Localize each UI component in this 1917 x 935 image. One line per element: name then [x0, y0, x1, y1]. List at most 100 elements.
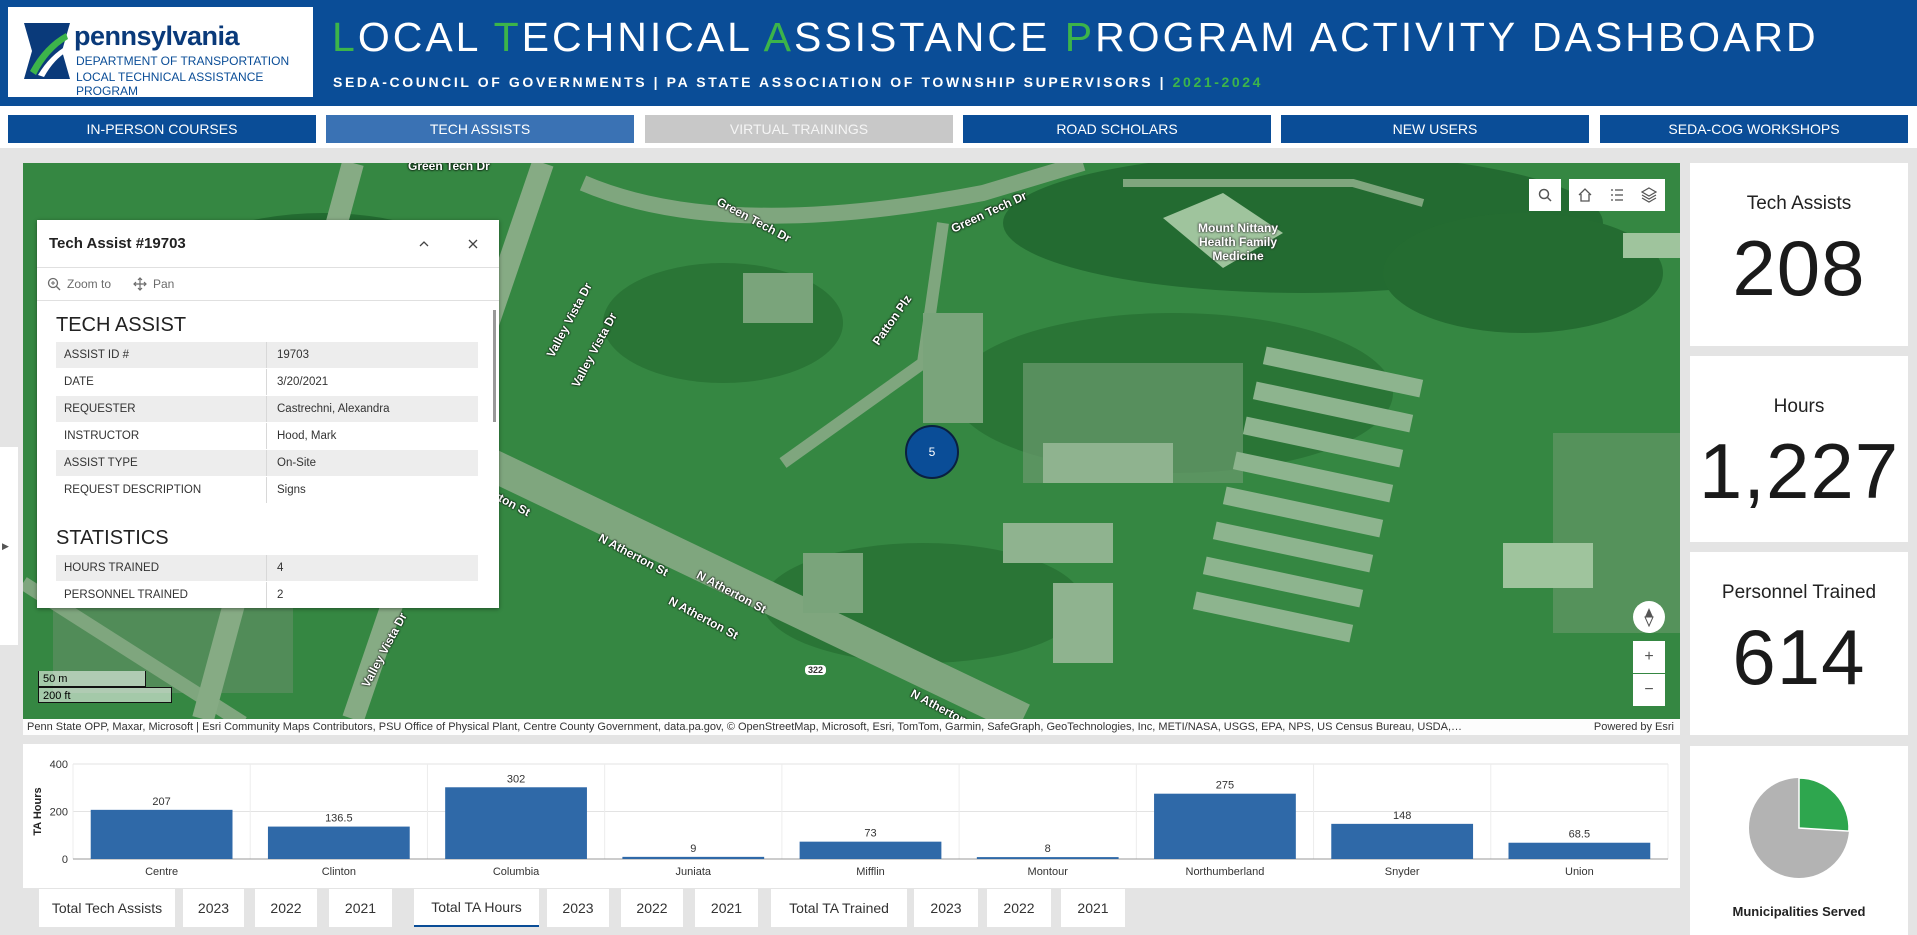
side-panel-toggle[interactable]: ▶	[0, 447, 18, 645]
bar[interactable]	[445, 787, 587, 859]
attribution-text: Penn State OPP, Maxar, Microsoft | Esri …	[27, 721, 1463, 733]
scale-bar: 50 m 200 ft	[38, 671, 172, 703]
map-road-label: Green Tech Dr	[408, 163, 490, 173]
tab-hours-2021[interactable]: 2021	[695, 889, 758, 927]
attribute-value: Castrechni, Alexandra	[277, 403, 390, 415]
stat-value: 614	[1732, 613, 1866, 701]
bar-value-label: 302	[507, 773, 525, 785]
logo-department: DEPARTMENT OF TRANSPORTATION	[76, 54, 290, 68]
attribute-row: ASSIST TYPE On-Site	[56, 450, 478, 476]
bar-value-label: 9	[690, 843, 696, 855]
tab-hours-2023[interactable]: 2023	[547, 889, 609, 927]
x-tick-label: Mifflin	[856, 866, 885, 878]
zoom-to-action[interactable]: Zoom to	[47, 277, 111, 291]
bar[interactable]	[267, 826, 410, 859]
stat-value: 1,227	[1698, 427, 1900, 515]
tab-hours-2022[interactable]: 2022	[621, 889, 683, 927]
x-tick-label: Northumberland	[1186, 866, 1265, 878]
tab-trained-2023[interactable]: 2023	[914, 889, 978, 927]
bar[interactable]	[622, 856, 765, 859]
close-button[interactable]	[461, 232, 485, 256]
close-icon	[468, 239, 478, 249]
popup-header: Tech Assist #19703	[37, 220, 499, 268]
pie-slice-served[interactable]	[1798, 777, 1850, 832]
attribute-value: 3/20/2021	[277, 376, 329, 388]
title-initial: L	[332, 14, 358, 60]
chevron-right-icon: ▶	[2, 540, 9, 551]
zoom-in-button[interactable]: +	[1633, 641, 1665, 673]
bar[interactable]	[1331, 823, 1474, 859]
bar-chart-panel: TA Hours 400 200 0 207 Centre 136.5 Clinton 302 C…	[23, 744, 1680, 888]
stat-label: Hours	[1773, 396, 1825, 417]
popup-content: TECH ASSIST ASSIST ID # 19703 DATE 3/20/20…	[37, 302, 499, 608]
pan-action[interactable]: Pan	[133, 277, 174, 291]
attribute-row: INSTRUCTOR Hood, Mark	[56, 423, 478, 449]
logo-state-name: pennsylvania	[74, 21, 240, 51]
powered-by-link[interactable]: Powered by Esri	[1594, 719, 1674, 735]
tab-trained-2021[interactable]: 2021	[1061, 889, 1125, 927]
stat-card-tech-assists: Tech Assists 208	[1690, 163, 1908, 346]
map-attribution: Penn State OPP, Maxar, Microsoft | Esri …	[23, 719, 1680, 735]
pie-title: Municipalities Served	[1732, 904, 1866, 919]
stat-label: Personnel Trained	[1721, 582, 1877, 603]
collapse-button[interactable]	[412, 232, 436, 256]
title-initial: A	[763, 14, 794, 60]
x-tick-label: Columbia	[493, 866, 540, 878]
bar[interactable]	[976, 857, 1119, 859]
nav-virtual-trainings[interactable]: VIRTUAL TRAININGS	[645, 115, 953, 143]
legend-button[interactable]	[1601, 179, 1633, 211]
y-axis-label: TA Hours	[32, 787, 44, 835]
subtitle-organizations: SEDA-COUNCIL OF GOVERNMENTS | PA STATE A…	[333, 74, 1167, 90]
bar-value-label: 68.5	[1569, 829, 1590, 841]
attribute-row: REQUESTER Castrechni, Alexandra	[56, 396, 478, 422]
stat-card-hours: Hours 1,227	[1690, 356, 1908, 542]
bar[interactable]	[90, 809, 233, 859]
x-tick-label: Centre	[145, 866, 178, 878]
attribute-value: 4	[277, 562, 284, 574]
x-tick-label: Clinton	[322, 866, 356, 878]
layers-icon	[1641, 187, 1657, 203]
layers-button[interactable]	[1633, 179, 1665, 211]
bar-value-label: 275	[1216, 780, 1234, 792]
home-icon	[1578, 188, 1592, 202]
bar[interactable]	[1508, 842, 1651, 859]
popup-scrollbar[interactable]	[493, 310, 496, 422]
bar[interactable]	[799, 841, 942, 859]
nav-in-person-courses[interactable]: IN-PERSON COURSES	[8, 115, 316, 143]
chevron-up-icon	[419, 241, 429, 247]
page-title: LOCAL TECHNICAL ASSISTANCE PROGRAM ACTIV…	[332, 14, 1819, 61]
tab-total-ta-trained[interactable]: Total TA Trained	[771, 889, 907, 927]
zoom-to-icon	[47, 277, 61, 291]
tab-ta-2022[interactable]: 2022	[255, 889, 317, 927]
map-view[interactable]: Green Tech Dr Green Tech Dr Green Tech D…	[23, 163, 1680, 719]
nav-new-users[interactable]: NEW USERS	[1281, 115, 1589, 143]
stat-value: 208	[1732, 224, 1866, 312]
home-button[interactable]	[1569, 179, 1601, 211]
title-word: OCAL	[357, 14, 480, 60]
pan-label: Pan	[153, 277, 175, 291]
page-subtitle: SEDA-COUNCIL OF GOVERNMENTS | PA STATE A…	[333, 74, 1263, 90]
compass-button[interactable]	[1633, 601, 1665, 633]
tab-trained-2022[interactable]: 2022	[987, 889, 1051, 927]
stat-card-personnel: Personnel Trained 614	[1690, 552, 1908, 735]
nav-road-scholars[interactable]: ROAD SCHOLARS	[963, 115, 1271, 143]
feature-popup: Tech Assist #19703 Zoom to Pan TECH ASSI…	[37, 220, 499, 608]
bar[interactable]	[1154, 793, 1296, 859]
tab-total-ta-hours[interactable]: Total TA Hours	[414, 889, 539, 927]
search-button[interactable]	[1529, 179, 1561, 211]
title-word: ROGRAM ACTIVITY DASHBOARD	[1095, 14, 1819, 60]
x-tick-label: Union	[1565, 866, 1594, 878]
header: pennsylvania DEPARTMENT OF TRANSPORTATIO…	[0, 0, 1917, 106]
tab-ta-2023[interactable]: 2023	[183, 889, 244, 927]
tab-ta-2021[interactable]: 2021	[329, 889, 392, 927]
title-word: ECHNICAL	[521, 14, 752, 60]
title-initial: P	[1064, 14, 1096, 60]
tab-total-tech-assists[interactable]: Total Tech Assists	[39, 889, 175, 927]
scale-metric: 50 m	[38, 671, 146, 687]
zoom-out-button[interactable]: −	[1633, 674, 1665, 706]
cluster-marker[interactable]: 5	[905, 425, 959, 479]
nav-tech-assists[interactable]: TECH ASSISTS	[326, 115, 634, 143]
attribute-row: ASSIST ID # 19703	[56, 342, 478, 368]
y-tick-label: 400	[50, 759, 68, 771]
nav-seda-cog-workshops[interactable]: SEDA-COG WORKSHOPS	[1600, 115, 1908, 143]
